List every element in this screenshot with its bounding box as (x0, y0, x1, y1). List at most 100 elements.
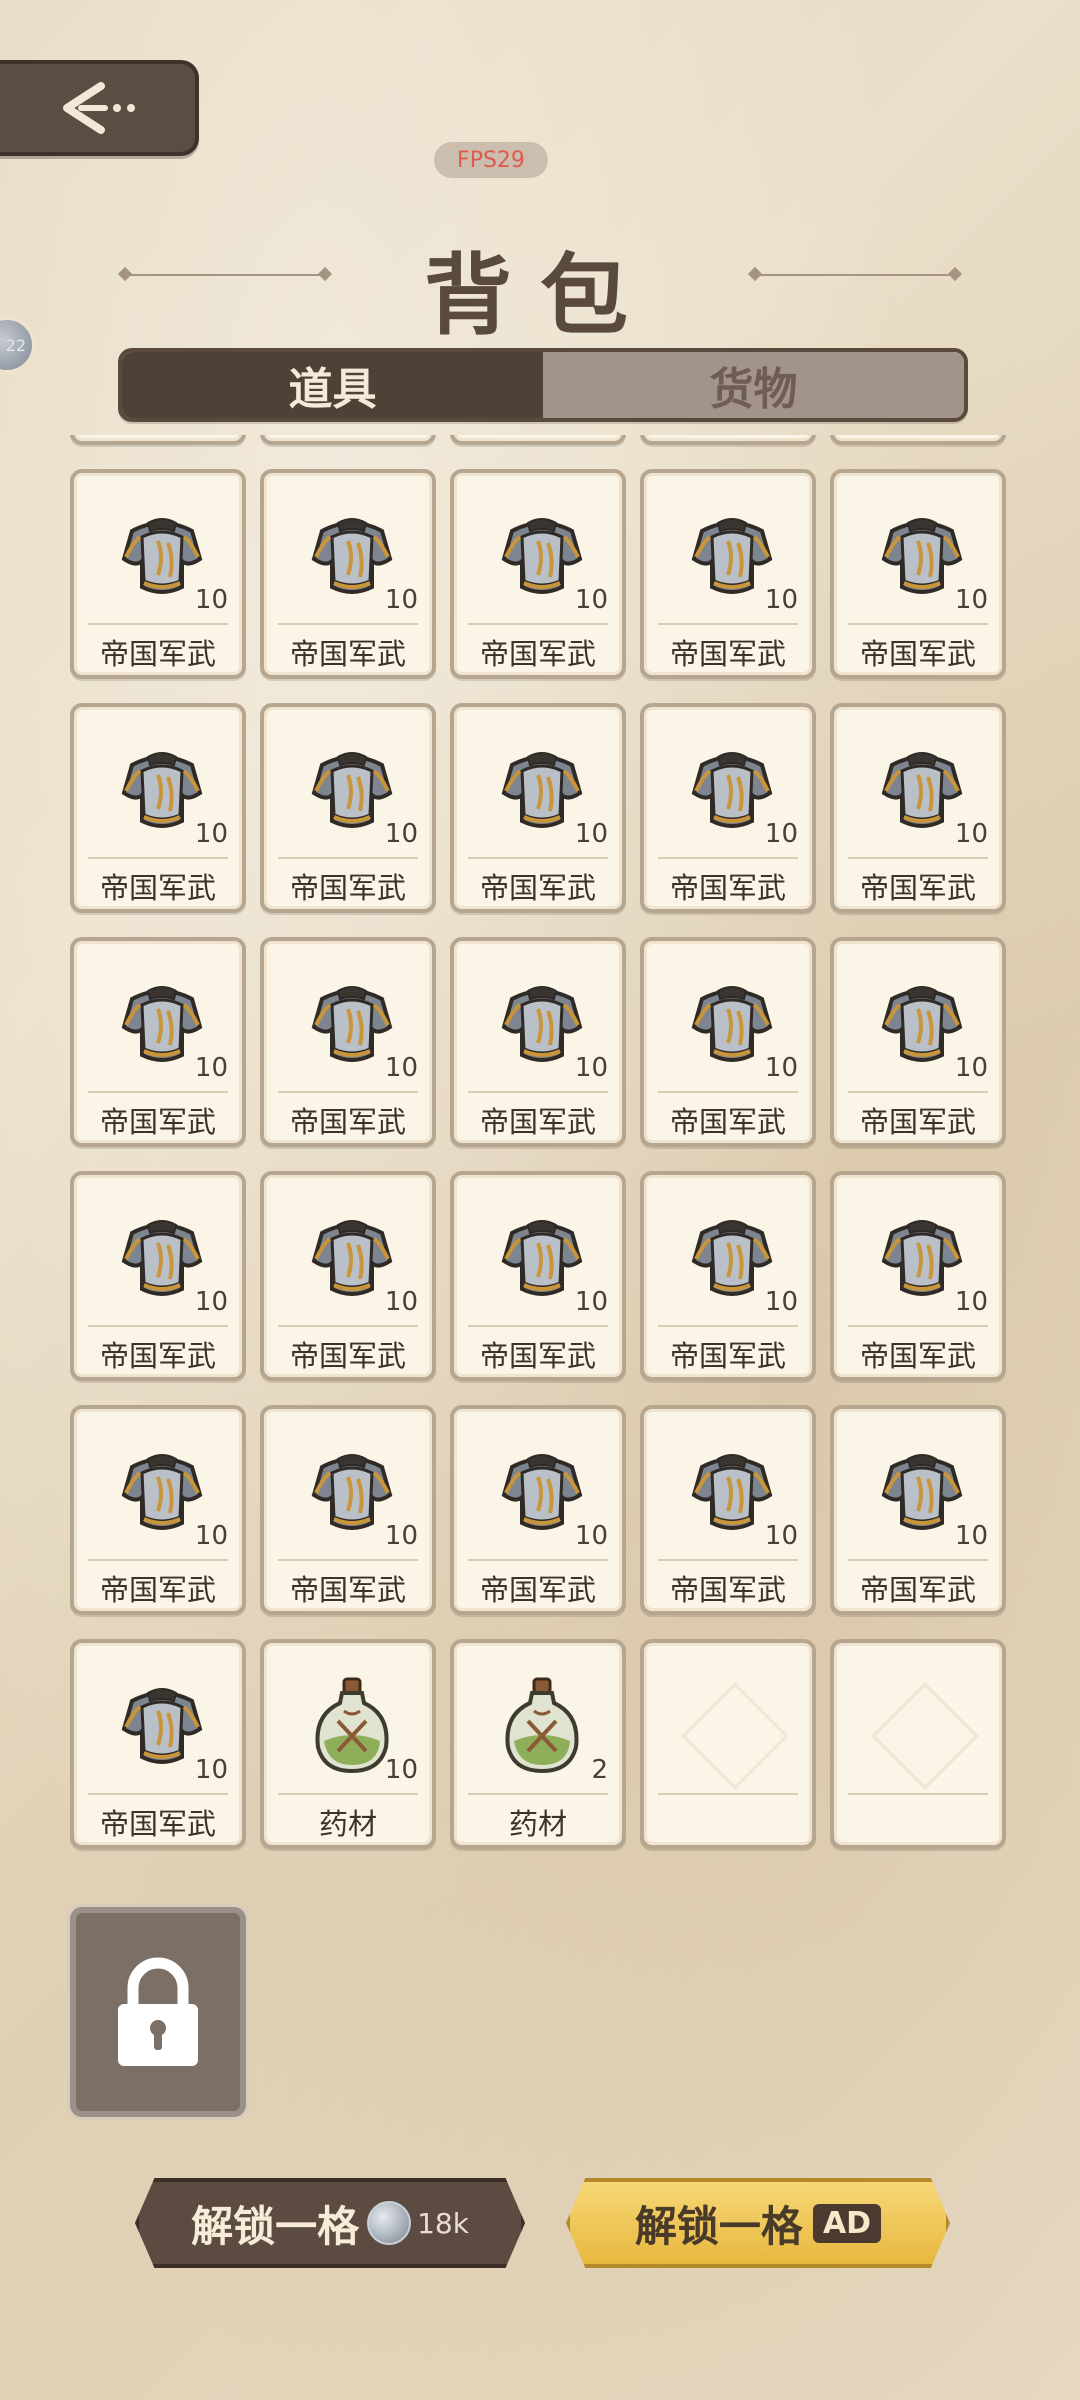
unlock-slot-coin-button[interactable]: 解锁一格 18k (135, 2178, 525, 2268)
inventory-slot[interactable]: 10 药材 (260, 1639, 436, 1849)
inventory-slot[interactable]: 10 帝国军武 (260, 937, 436, 1147)
unlock-slot-ad-button[interactable]: 解锁一格 AD (566, 2178, 950, 2268)
inventory-slot[interactable]: 10 帝国军武 (640, 1171, 816, 1381)
slot-divider (278, 1793, 418, 1795)
inventory-slot[interactable]: 10 帝国军武 (70, 469, 246, 679)
item-count: 10 (954, 1053, 988, 1083)
item-count: 10 (574, 1287, 608, 1317)
inventory-slot[interactable]: 10 帝国军武 (830, 703, 1006, 913)
item-name: 帝国军武 (289, 871, 406, 905)
empty-slot-watermark (871, 1682, 979, 1790)
item-count: 2 (591, 1755, 608, 1785)
tab-items[interactable]: 道具 (122, 352, 543, 418)
slot-divider (468, 857, 608, 859)
inventory-slot[interactable]: 10 帝国军武 (450, 1171, 626, 1381)
item-count: 10 (764, 1287, 798, 1317)
slot-divider (848, 857, 988, 859)
slot-divider (658, 1559, 798, 1561)
item-count: 10 (574, 585, 608, 615)
item-count: 10 (194, 1053, 228, 1083)
inventory-slot[interactable]: 10 帝国军武 (70, 1639, 246, 1849)
slot-divider (88, 857, 228, 859)
slot-divider (88, 1559, 228, 1561)
item-count: 10 (194, 585, 228, 615)
item-count: 10 (384, 1287, 418, 1317)
item-count: 10 (194, 1521, 228, 1551)
item-name: 帝国军武 (479, 1573, 596, 1607)
inventory-slot[interactable]: 10 帝国军武 (640, 469, 816, 679)
locked-slot[interactable] (70, 1907, 246, 2117)
inventory-slot[interactable]: 10 帝国军武 (640, 703, 816, 913)
inventory-slot[interactable]: 帝国军武 (830, 435, 1006, 445)
unlock-coin-amount: 18k (417, 2206, 469, 2240)
slot-divider (468, 1559, 608, 1561)
inventory-slot[interactable]: 10 帝国军武 (450, 1405, 626, 1615)
item-name: 帝国军武 (669, 1573, 786, 1607)
inventory-slot[interactable]: 10 帝国军武 (260, 469, 436, 679)
inventory-slot[interactable]: 10 帝国军武 (830, 1405, 1006, 1615)
slot-divider (848, 1793, 988, 1795)
slot-divider (88, 1793, 228, 1795)
inventory-slot[interactable]: 10 帝国军武 (70, 1405, 246, 1615)
slot-divider (88, 1091, 228, 1093)
inventory-slot[interactable]: 10 帝国军武 (70, 703, 246, 913)
inventory-slot[interactable]: 10 帝国军武 (70, 1171, 246, 1381)
item-name: 帝国军武 (479, 1339, 596, 1373)
inventory-slot[interactable]: 10 帝国军武 (450, 469, 626, 679)
inventory-slot[interactable]: 10 帝国军武 (450, 937, 626, 1147)
inventory-slot[interactable]: 10 帝国军武 (830, 937, 1006, 1147)
item-name: 帝国军武 (644, 435, 812, 439)
item-count: 10 (954, 585, 988, 615)
item-name: 帝国军武 (289, 1339, 406, 1373)
inventory-slot[interactable]: 10 帝国军武 (830, 1171, 1006, 1381)
item-name: 帝国军武 (454, 435, 622, 439)
item-name: 帝国军武 (289, 1573, 406, 1607)
slot-divider (848, 1325, 988, 1327)
item-name: 帝国军武 (859, 1339, 976, 1373)
item-name: 帝国军武 (99, 1105, 216, 1139)
inventory-slot[interactable]: 10 帝国军武 (450, 703, 626, 913)
item-count: 10 (194, 1287, 228, 1317)
inventory-slot[interactable]: 帝国军武 (260, 435, 436, 445)
page-title: 背包 (423, 243, 656, 347)
ad-badge: AD (812, 2203, 882, 2243)
tab-goods[interactable]: 货物 (543, 352, 964, 418)
inventory-slot[interactable]: 10 帝国军武 (260, 1405, 436, 1615)
inventory-grid: 帝国军武 帝国军武 帝国军武 帝国军武 帝国军武 10 帝国军武 10 帝国军武 (70, 435, 1006, 1849)
inventory-slot[interactable]: 帝国军武 (70, 435, 246, 445)
item-name: 帝国军武 (859, 871, 976, 905)
herb-bottle-icon (488, 1671, 596, 1779)
empty-slot[interactable] (830, 1639, 1006, 1849)
item-name: 帝国军武 (834, 435, 1002, 439)
inventory-slot[interactable]: 帝国军武 (450, 435, 626, 445)
item-name: 帝国军武 (99, 1807, 216, 1841)
item-count: 10 (954, 1521, 988, 1551)
item-name: 帝国军武 (74, 435, 242, 439)
inventory-slot[interactable]: 10 帝国军武 (260, 703, 436, 913)
silver-coin-icon (367, 2201, 412, 2245)
slot-divider (848, 1091, 988, 1093)
inventory-slot[interactable]: 10 帝国军武 (260, 1171, 436, 1381)
slot-divider (658, 857, 798, 859)
item-name: 帝国军武 (479, 637, 596, 671)
inventory-slot[interactable]: 10 帝国军武 (640, 937, 816, 1147)
item-name: 帝国军武 (479, 1105, 596, 1139)
unlock-ad-label: 解锁一格 (634, 2201, 803, 2251)
item-count: 10 (764, 819, 798, 849)
item-name: 帝国军武 (264, 435, 432, 439)
slot-divider (468, 1325, 608, 1327)
item-count: 10 (194, 819, 228, 849)
item-count: 10 (384, 1521, 418, 1551)
back-button[interactable] (0, 60, 199, 156)
item-name: 帝国军武 (479, 871, 596, 905)
item-name: 帝国军武 (289, 1105, 406, 1139)
inventory-scroll[interactable]: 帝国军武 帝国军武 帝国军武 帝国军武 帝国军武 10 帝国军武 10 帝国军武 (70, 435, 1010, 2135)
inventory-slot[interactable]: 10 帝国军武 (70, 937, 246, 1147)
item-count: 10 (764, 585, 798, 615)
item-name: 帝国军武 (669, 1339, 786, 1373)
inventory-slot[interactable]: 10 帝国军武 (830, 469, 1006, 679)
empty-slot[interactable] (640, 1639, 816, 1849)
inventory-slot[interactable]: 2 药材 (450, 1639, 626, 1849)
inventory-slot[interactable]: 帝国军武 (640, 435, 816, 445)
inventory-slot[interactable]: 10 帝国军武 (640, 1405, 816, 1615)
